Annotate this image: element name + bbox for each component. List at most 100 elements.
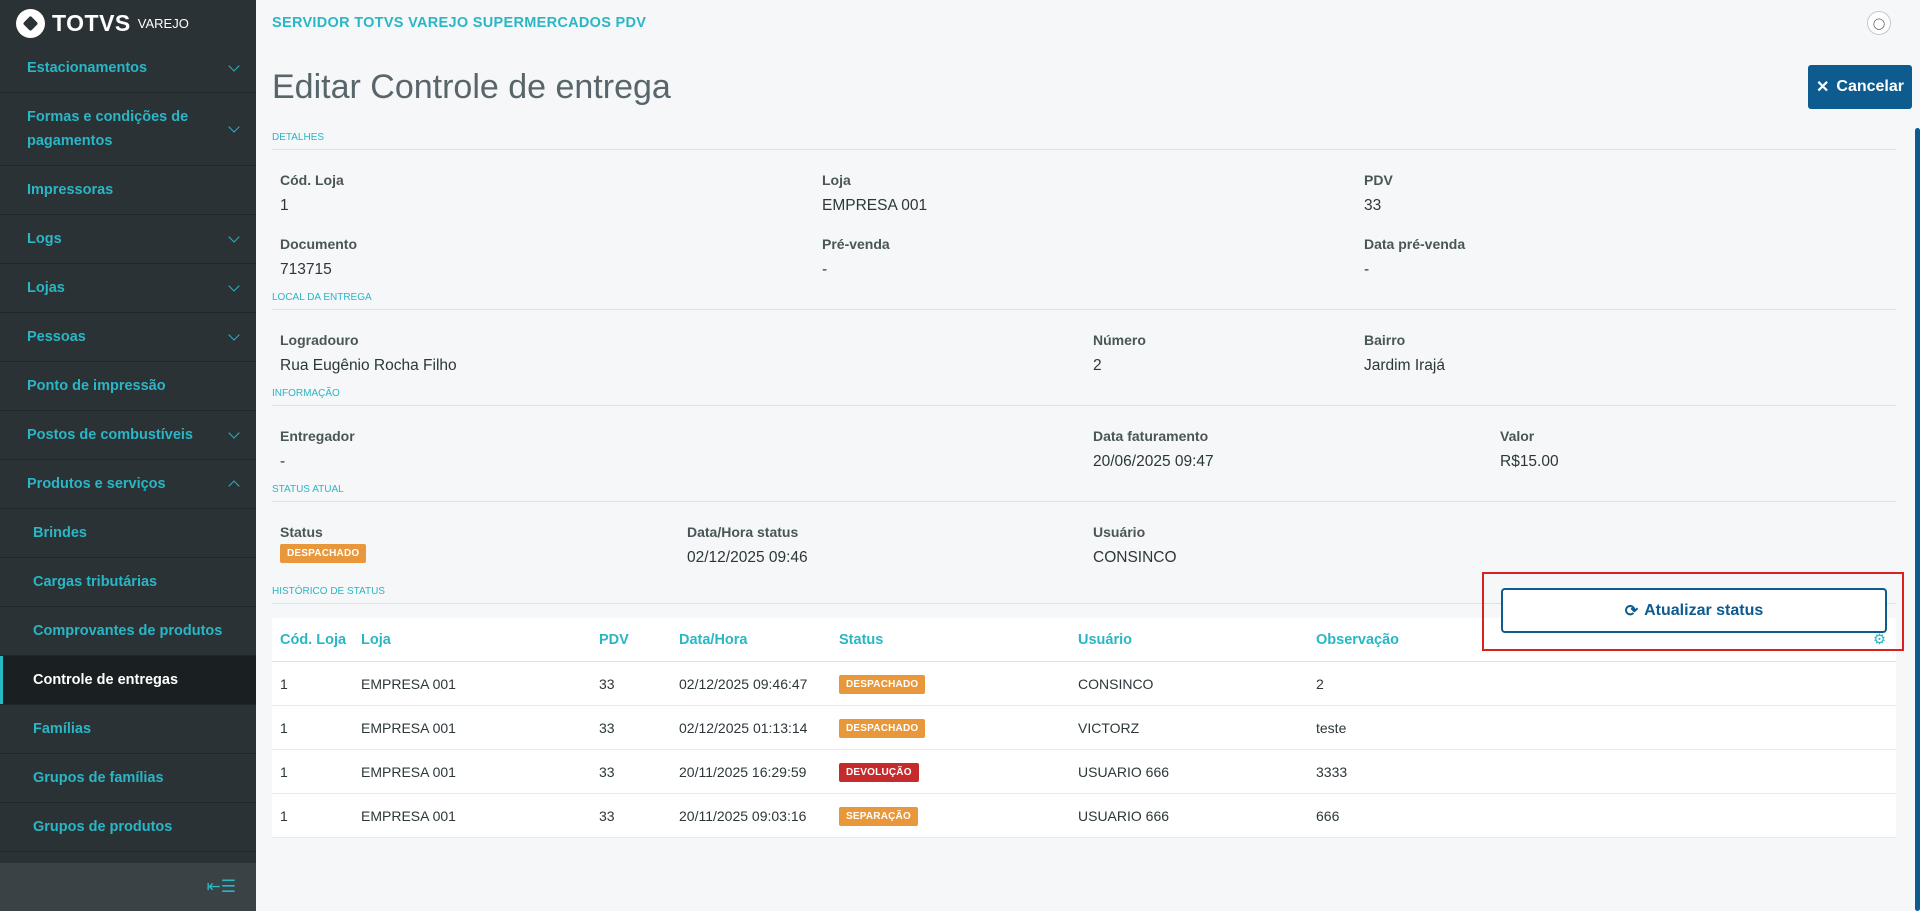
prevenda-value: - (822, 261, 828, 278)
table-cell: 20/11/2025 16:29:59 (679, 763, 807, 780)
table-row[interactable]: 1 EMPRESA 001 33 02/12/2025 01:13:14 DES… (272, 706, 1896, 750)
sidebar: TOTVS VAREJO Estacionamentos Formas e co… (0, 0, 256, 911)
update-status-highlight: ⟳ Atualizar status (1482, 572, 1904, 651)
sidebar-item-label: Postos de combustíveis (27, 427, 193, 443)
sidebar-item-postos-combustiveis[interactable]: Postos de combustíveis (0, 411, 256, 460)
table-row[interactable]: 1 EMPRESA 001 33 20/11/2025 16:29:59 DEV… (272, 750, 1896, 794)
sidebar-item-lojas[interactable]: Lojas (0, 264, 256, 313)
section-title-local-entrega: LOCAL DA ENTREGA (272, 288, 1896, 310)
valor-value: R$15.00 (1500, 453, 1559, 470)
usuario-value: CONSINCO (1093, 549, 1177, 566)
main-content: SERVIDOR TOTVS VAREJO SUPERMERCADOS PDV … (256, 0, 1920, 911)
table-cell: EMPRESA 001 (361, 675, 456, 692)
collapse-menu-icon[interactable]: ⇤☰ (207, 877, 236, 897)
table-cell: 33 (599, 675, 615, 692)
logradouro-label: Logradouro (280, 332, 359, 348)
refresh-icon: ⟳ (1624, 602, 1639, 620)
form-content: DETALHES Cód. Loja 1 Loja EMPRESA 001 PDV 3… (256, 128, 1920, 838)
table-cell: 33 (599, 763, 615, 780)
prevenda-label: Pré-venda (822, 236, 890, 252)
column-header[interactable]: Data/Hora (679, 632, 839, 648)
logradouro-value: Rua Eugênio Rocha Filho (280, 357, 457, 374)
sidebar-item-estacionamentos[interactable]: Estacionamentos (0, 44, 256, 93)
status-badge: DESPACHADO (280, 544, 367, 563)
data-prevenda-value: - (1364, 261, 1370, 278)
update-status-label: Atualizar status (1644, 601, 1764, 619)
logo-subtext: VAREJO (137, 15, 189, 31)
sidebar-subitem-grupos-familias[interactable]: Grupos de famílias (0, 754, 256, 803)
column-header[interactable]: Cód. Loja (280, 632, 361, 648)
data-faturamento-label: Data faturamento (1093, 428, 1209, 444)
table-cell: VICTORZ (1078, 719, 1140, 736)
sidebar-item-pessoas[interactable]: Pessoas (0, 313, 256, 362)
table-cell: 1 (280, 719, 288, 736)
status-label: Status (280, 524, 323, 540)
table-cell: 1 (280, 763, 288, 780)
sidebar-menu: Estacionamentos Formas e condições de pa… (0, 44, 256, 852)
status-atual-grid: Status DESPACHADO Data/Hora status 02/12/2… (272, 502, 1896, 576)
table-cell: CONSINCO (1078, 675, 1154, 692)
section-title-status-atual: STATUS ATUAL (272, 480, 1896, 502)
table-cell: 20/11/2025 09:03:16 (679, 807, 807, 824)
sidebar-item-label: Estacionamentos (27, 60, 148, 76)
table-cell: USUARIO 666 (1078, 807, 1170, 824)
table-cell: USUARIO 666 (1078, 763, 1170, 780)
table-cell: 666 (1316, 807, 1340, 824)
table-cell: 02/12/2025 01:13:14 (679, 719, 808, 736)
close-icon: ✕ (1816, 79, 1830, 96)
table-cell: 2 (1316, 675, 1324, 692)
pdv-label: PDV (1364, 172, 1393, 188)
sidebar-subitem-grupos-produtos[interactable]: Grupos de produtos (0, 803, 256, 852)
logo-text: TOTVS (52, 9, 131, 36)
sidebar-subitem-comprovantes[interactable]: Comprovantes de produtos (0, 607, 256, 656)
sidebar-subitem-label: Famílias (33, 721, 92, 737)
page-title: Editar Controle de entrega (272, 67, 671, 106)
logo[interactable]: TOTVS VAREJO (0, 0, 256, 46)
sidebar-item-ponto-impressao[interactable]: Ponto de impressão (0, 362, 256, 411)
chevron-down-icon (228, 231, 240, 243)
sidebar-item-formas-pagamento[interactable]: Formas e condições de pagamentos (0, 93, 256, 166)
vertical-scrollbar[interactable] (1915, 128, 1920, 911)
sidebar-subitem-label: Cargas tributárias (33, 574, 158, 590)
totvs-logo-icon (16, 8, 45, 38)
sidebar-subitem-label: Grupos de produtos (33, 819, 173, 835)
sidebar-subitem-familias[interactable]: Famílias (0, 705, 256, 754)
column-header[interactable]: PDV (599, 632, 679, 648)
table-row[interactable]: 1 EMPRESA 001 33 02/12/2025 09:46:47 DES… (272, 662, 1896, 706)
topbar: SERVIDOR TOTVS VAREJO SUPERMERCADOS PDV … (256, 0, 1920, 46)
sidebar-subitem-label: Brindes (33, 525, 87, 541)
status-badge: DESPACHADO (839, 718, 926, 738)
column-header[interactable]: Usuário (1078, 632, 1316, 648)
sidebar-item-impressoras[interactable]: Impressoras (0, 166, 256, 215)
update-status-button[interactable]: ⟳ Atualizar status (1501, 588, 1887, 633)
cancel-button[interactable]: ✕ Cancelar (1808, 65, 1912, 109)
sidebar-subitem-cargas-tributarias[interactable]: Cargas tributárias (0, 558, 256, 607)
bairro-label: Bairro (1364, 332, 1406, 348)
cod-loja-label: Cód. Loja (280, 172, 344, 188)
sidebar-item-produtos-servicos[interactable]: Produtos e serviços (0, 460, 256, 509)
sidebar-footer: ⇤☰ (0, 863, 256, 911)
data-faturamento-value: 20/06/2025 09:47 (1093, 453, 1214, 470)
valor-label: Valor (1500, 428, 1535, 444)
column-header[interactable]: Status (839, 632, 1078, 648)
table-cell: EMPRESA 001 (361, 807, 456, 824)
sidebar-subitem-controle-entregas[interactable]: Controle de entregas (0, 656, 256, 705)
sidebar-item-label: Logs (27, 231, 62, 247)
sidebar-subitem-label: Grupos de famílias (33, 770, 164, 786)
loja-label: Loja (822, 172, 851, 188)
column-header[interactable]: Loja (361, 632, 599, 648)
title-row: Editar Controle de entrega ✕ Cancelar (256, 46, 1920, 128)
entregador-value: - (280, 453, 286, 470)
sidebar-subitem-brindes[interactable]: Brindes (0, 509, 256, 558)
table-row[interactable]: 1 EMPRESA 001 33 20/11/2025 09:03:16 SEP… (272, 794, 1896, 838)
cod-loja-value: 1 (280, 197, 289, 214)
data-prevenda-label: Data pré-venda (1364, 236, 1466, 252)
sidebar-item-label: Formas e condições de pagamentos (27, 109, 189, 149)
table-cell: 33 (599, 807, 615, 824)
informacao-grid: Entregador - Data faturamento 20/06/2025 0… (272, 406, 1896, 480)
numero-label: Número (1093, 332, 1146, 348)
chevron-down-icon (228, 280, 240, 292)
local-grid: Logradouro Rua Eugênio Rocha Filho Número… (272, 310, 1896, 384)
sidebar-item-logs[interactable]: Logs (0, 215, 256, 264)
user-avatar-icon[interactable]: ◯ (1867, 11, 1891, 35)
